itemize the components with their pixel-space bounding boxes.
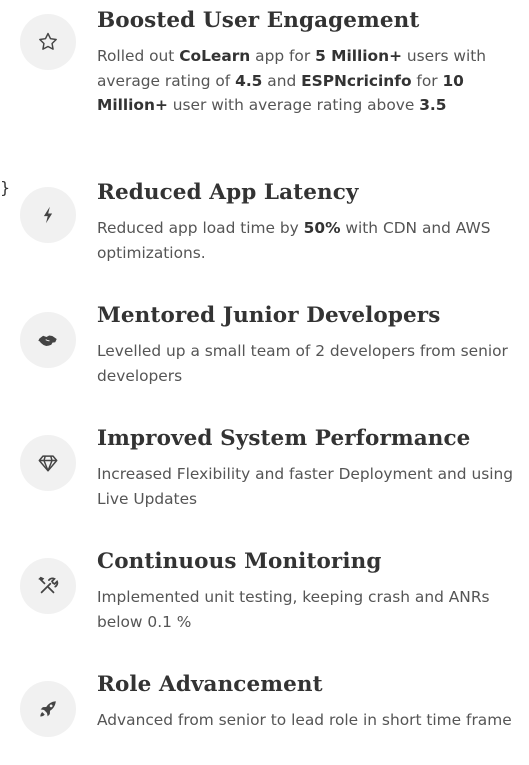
achievement-description: Implemented unit testing, keeping crash … xyxy=(97,585,522,634)
achievement-title: Continuous Monitoring xyxy=(97,549,382,574)
star-outline-icon xyxy=(20,14,76,70)
achievement-description: Reduced app load time by 50% with CDN an… xyxy=(97,216,522,265)
achievement-description: Increased Flexibility and faster Deploym… xyxy=(97,462,522,511)
rocket-icon xyxy=(20,681,76,737)
description-text: user with average rating above xyxy=(167,96,420,114)
diamond-icon xyxy=(20,435,76,491)
description-text: Reduced app load time by xyxy=(97,219,304,237)
achievement-title: Reduced App Latency xyxy=(97,180,359,205)
description-text: app for xyxy=(250,47,316,65)
achievement-title: Mentored Junior Developers xyxy=(97,303,441,328)
achievement-title: Role Advancement xyxy=(97,672,323,697)
description-text: Rolled out xyxy=(97,47,180,65)
handshake-icon xyxy=(20,312,76,368)
description-text: Implemented unit testing, keeping crash … xyxy=(97,588,490,631)
achievement-title: Boosted User Engagement xyxy=(97,8,420,33)
highlight-text: 4.5 xyxy=(235,71,263,90)
achievement-description: Advanced from senior to lead role in sho… xyxy=(97,708,522,733)
description-text: for xyxy=(411,71,443,90)
achievement-description: Rolled out CoLearn app for 5 Million+ us… xyxy=(97,44,522,118)
description-text: Increased Flexibility and faster Deploym… xyxy=(97,465,514,508)
highlight-text: 3.5 xyxy=(419,96,447,114)
description-text: Advanced from senior to lead role in sho… xyxy=(97,711,512,729)
highlight-text: 5 Million+ xyxy=(315,47,402,65)
achievement-item: Reduced App Latency Reduced app load tim… xyxy=(0,178,529,262)
lightning-bolt-icon xyxy=(20,187,76,243)
highlight-text: CoLearn xyxy=(179,47,251,65)
description-text: Levelled up a small team of 2 developers… xyxy=(97,342,508,385)
highlight-text: ESPNcricinfo xyxy=(301,71,412,90)
highlight-text: 50% xyxy=(303,219,341,237)
description-text: and xyxy=(262,71,302,90)
achievement-title: Improved System Performance xyxy=(97,426,471,451)
achievement-description: Levelled up a small team of 2 developers… xyxy=(97,339,522,388)
tools-icon xyxy=(20,558,76,614)
